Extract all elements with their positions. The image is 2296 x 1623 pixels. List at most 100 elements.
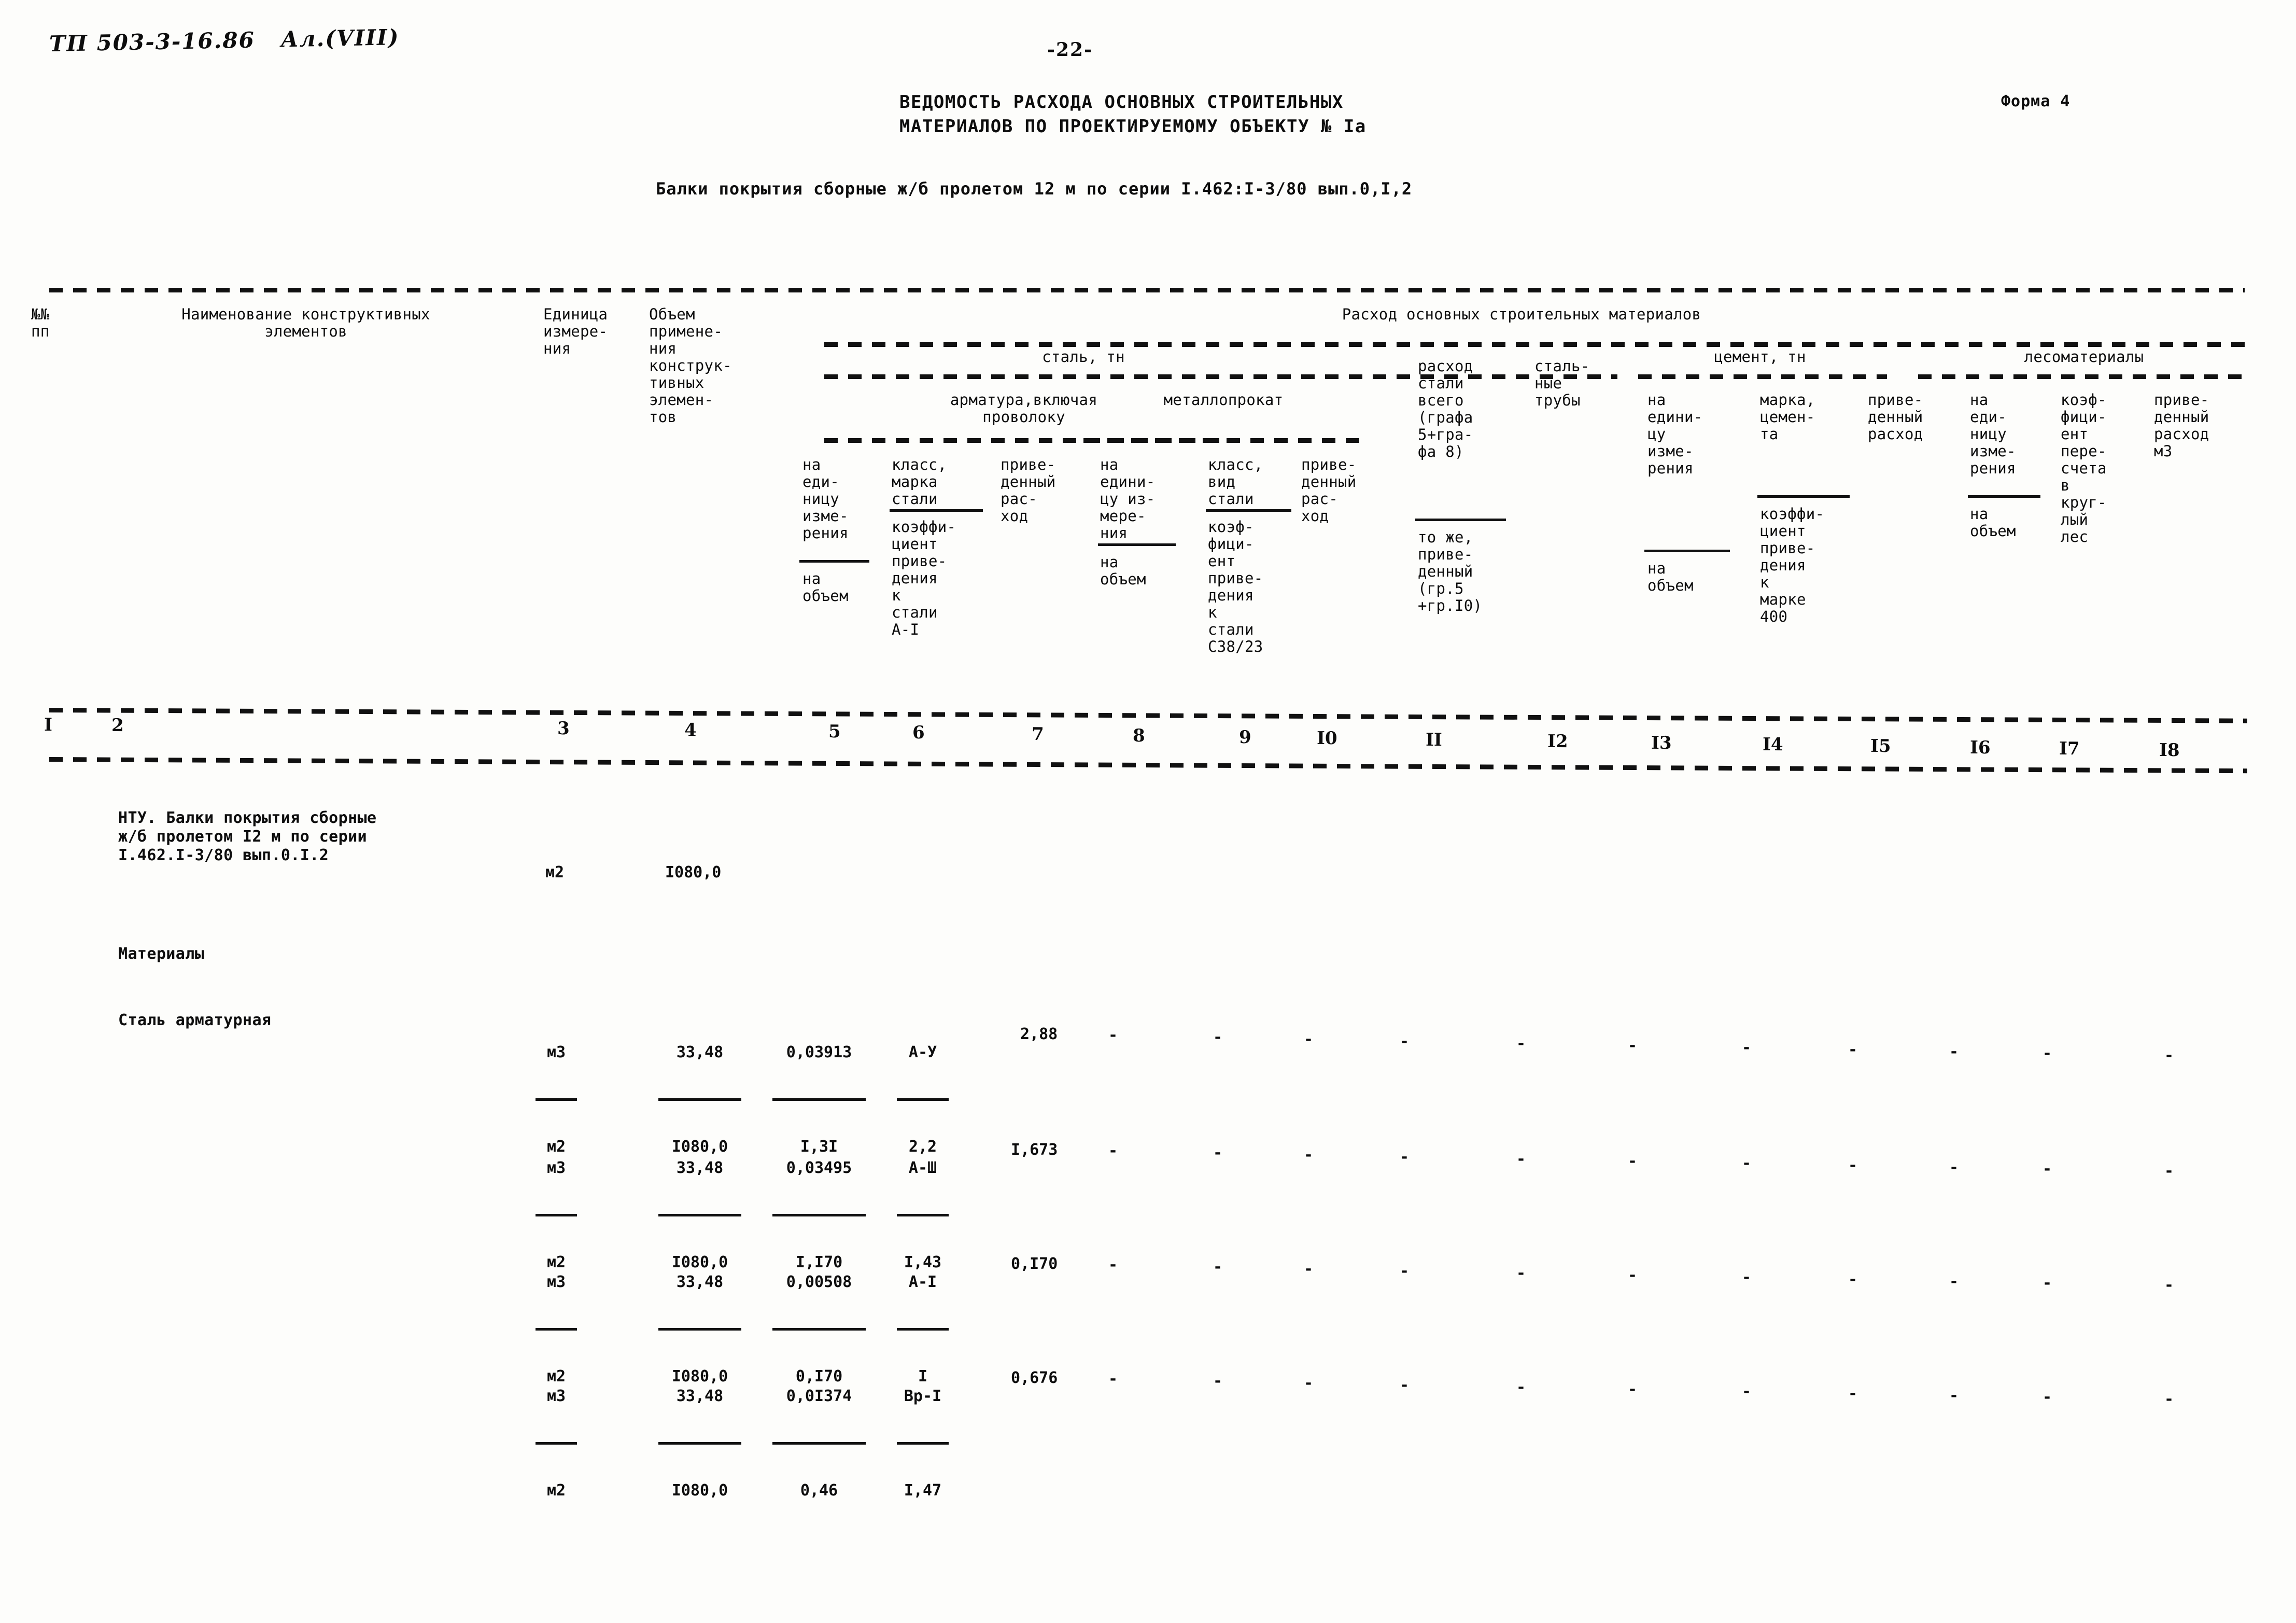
col-header-8-top: на едини- цу из- мере- ния — [1100, 456, 1156, 542]
row-4-col9: - — [1213, 1372, 1223, 1390]
row-2-col17: - — [2043, 1160, 2052, 1178]
row-2-col8: - — [1108, 1142, 1118, 1160]
col-header-9-divider — [1206, 509, 1291, 512]
row-3-col10: - — [1304, 1260, 1314, 1278]
row-4-col7: 0,676 — [1011, 1369, 1058, 1387]
row-4-col10: - — [1304, 1374, 1314, 1392]
row-2-col12: - — [1516, 1150, 1526, 1168]
col-number-11: II — [1425, 729, 1442, 751]
row-4-col6: Вр-I I,47 — [889, 1352, 956, 1535]
form-label: Форма 4 — [2001, 92, 2070, 110]
row-1-col16: - — [1949, 1043, 1959, 1061]
row-4-col5-num: 0,0I374 — [786, 1387, 852, 1405]
row-4-volume-bar — [658, 1442, 741, 1445]
group-header-timber: лесоматериалы — [2024, 348, 2144, 366]
row-1-col8: - — [1108, 1026, 1118, 1044]
row-2-col15: - — [1848, 1156, 1858, 1174]
row-ntu-volume: I080,0 — [665, 863, 722, 882]
table-rule-timber-group — [1918, 374, 2245, 379]
row-2-col5-num: 0,03495 — [786, 1159, 852, 1177]
row-4-col14: - — [1742, 1382, 1752, 1401]
row-2-col6-num: А-Ш — [908, 1159, 937, 1177]
col-header-5-bottom: на объем — [802, 570, 849, 605]
row-4-col15: - — [1848, 1384, 1858, 1403]
row-2-unit-bar — [536, 1214, 577, 1216]
col-number-7: 7 — [1031, 723, 1044, 745]
col-number-1: I — [44, 714, 53, 736]
row-2-col7: I,673 — [1011, 1141, 1058, 1159]
table-rule-steel-group — [824, 374, 1617, 379]
document-page: ТП 503-3-16.86 Ал.(VIII) -22- ВЕДОМОСТЬ … — [0, 0, 2296, 1623]
col-number-5: 5 — [828, 721, 841, 743]
row-3-col18: - — [2164, 1276, 2174, 1294]
row-2-col9: - — [1213, 1144, 1223, 1162]
col-number-15: I5 — [1870, 735, 1891, 757]
row-1-col15: - — [1848, 1041, 1858, 1059]
col-number-16: I6 — [1969, 737, 1991, 759]
row-3-volume-num: 33,48 — [676, 1273, 724, 1291]
row-4-col17: - — [2043, 1388, 2052, 1406]
col-header-4: Объем примене- ния конструк- тивных элем… — [649, 305, 732, 426]
col-number-18: I8 — [2159, 739, 2180, 761]
row-2-volume-num: 33,48 — [676, 1159, 724, 1177]
row-1-col11: - — [1400, 1032, 1410, 1051]
row-ntu-name: НТУ. Балки покрытия сборные ж/б пролетом… — [118, 809, 377, 864]
col-header-13-top: на едини- цу изме- рения — [1647, 391, 1703, 477]
row-2-unit-num: м3 — [546, 1159, 566, 1177]
row-3-col5-num: 0,00508 — [786, 1273, 852, 1291]
col-header-12: сталь- ные трубы — [1534, 357, 1590, 409]
row-4-col13: - — [1628, 1380, 1638, 1398]
row-steel-rebar-heading: Сталь арматурная — [118, 1011, 272, 1029]
row-1-col6-num: А-У — [908, 1043, 937, 1061]
row-2-col6-bar — [897, 1214, 949, 1216]
col-header-15: приве- денный расход — [1868, 391, 1923, 443]
row-1-col5-num: 0,03913 — [786, 1043, 852, 1061]
row-2-col10: - — [1304, 1146, 1314, 1164]
col-header-14-bottom: коэффи- циент приве- дения к марке 400 — [1760, 505, 1825, 625]
col-header-14-divider — [1757, 495, 1850, 498]
col-header-6-divider — [890, 509, 983, 512]
col-header-18: приве- денный расход м3 — [2154, 391, 2209, 460]
row-4-unit-den: м2 — [546, 1481, 566, 1500]
row-1-col9: - — [1213, 1028, 1223, 1046]
row-4-volume-den: I080,0 — [671, 1481, 728, 1500]
table-rule-rolled-group — [1083, 438, 1363, 443]
table-rule-cement-group — [1638, 374, 1887, 379]
row-3-col13: - — [1628, 1266, 1638, 1284]
row-4-col8: - — [1108, 1370, 1118, 1388]
row-2-col11: - — [1400, 1148, 1410, 1166]
col-number-4: 4 — [684, 719, 697, 741]
col-header-5-top: на еди- ницу изме- рения — [802, 456, 849, 542]
col-header-1: №№ пп — [31, 305, 50, 340]
col-header-2: Наименование конструктивных элементов — [181, 305, 430, 340]
row-1-volume-num: 33,48 — [676, 1043, 724, 1061]
table-rule-above-numbers — [49, 708, 2247, 723]
col-header-10: приве- денный рас- ход — [1301, 456, 1357, 525]
row-3-col12: - — [1516, 1264, 1526, 1282]
row-1-volume-bar — [658, 1098, 741, 1101]
col-header-6-bottom: коэффи- циент приве- дения к стали А-I — [892, 518, 956, 638]
row-4-volume: 33,48 I080,0 — [648, 1352, 752, 1535]
row-1-col13: - — [1628, 1037, 1638, 1055]
col-header-8-divider — [1098, 543, 1176, 546]
col-number-9: 9 — [1238, 726, 1251, 748]
row-4-volume-num: 33,48 — [676, 1387, 724, 1405]
col-header-9-bottom: коэф- фици- ент приве- дения к стали С38… — [1208, 518, 1263, 655]
row-3-unit-bar — [536, 1328, 577, 1331]
row-4-col6-num: Вр-I — [904, 1387, 942, 1405]
row-2-volume-bar — [658, 1214, 741, 1216]
row-3-col17: - — [2043, 1274, 2052, 1292]
report-title-line2: МАТЕРИАЛОВ ПО ПРОЕКТИРУЕМОМУ ОБЪЕКТУ № I… — [899, 116, 1367, 137]
row-2-col16: - — [1949, 1158, 1959, 1177]
row-4-col11: - — [1400, 1376, 1410, 1394]
group-header-cement: цемент, тн — [1714, 348, 1806, 366]
col-number-2: 2 — [111, 715, 124, 736]
row-3-col9: - — [1213, 1258, 1223, 1276]
table-rule-main-group — [824, 342, 2245, 347]
col-header-17: коэф- фици- ент пере- счета в круг- лый … — [2061, 391, 2107, 545]
row-1-col18: - — [2164, 1046, 2174, 1065]
row-3-col7: 0,I70 — [1011, 1255, 1058, 1273]
row-4-unit-num: м3 — [546, 1387, 566, 1405]
row-3-unit-num: м3 — [546, 1273, 566, 1291]
table-rule-below-numbers — [49, 757, 2247, 774]
